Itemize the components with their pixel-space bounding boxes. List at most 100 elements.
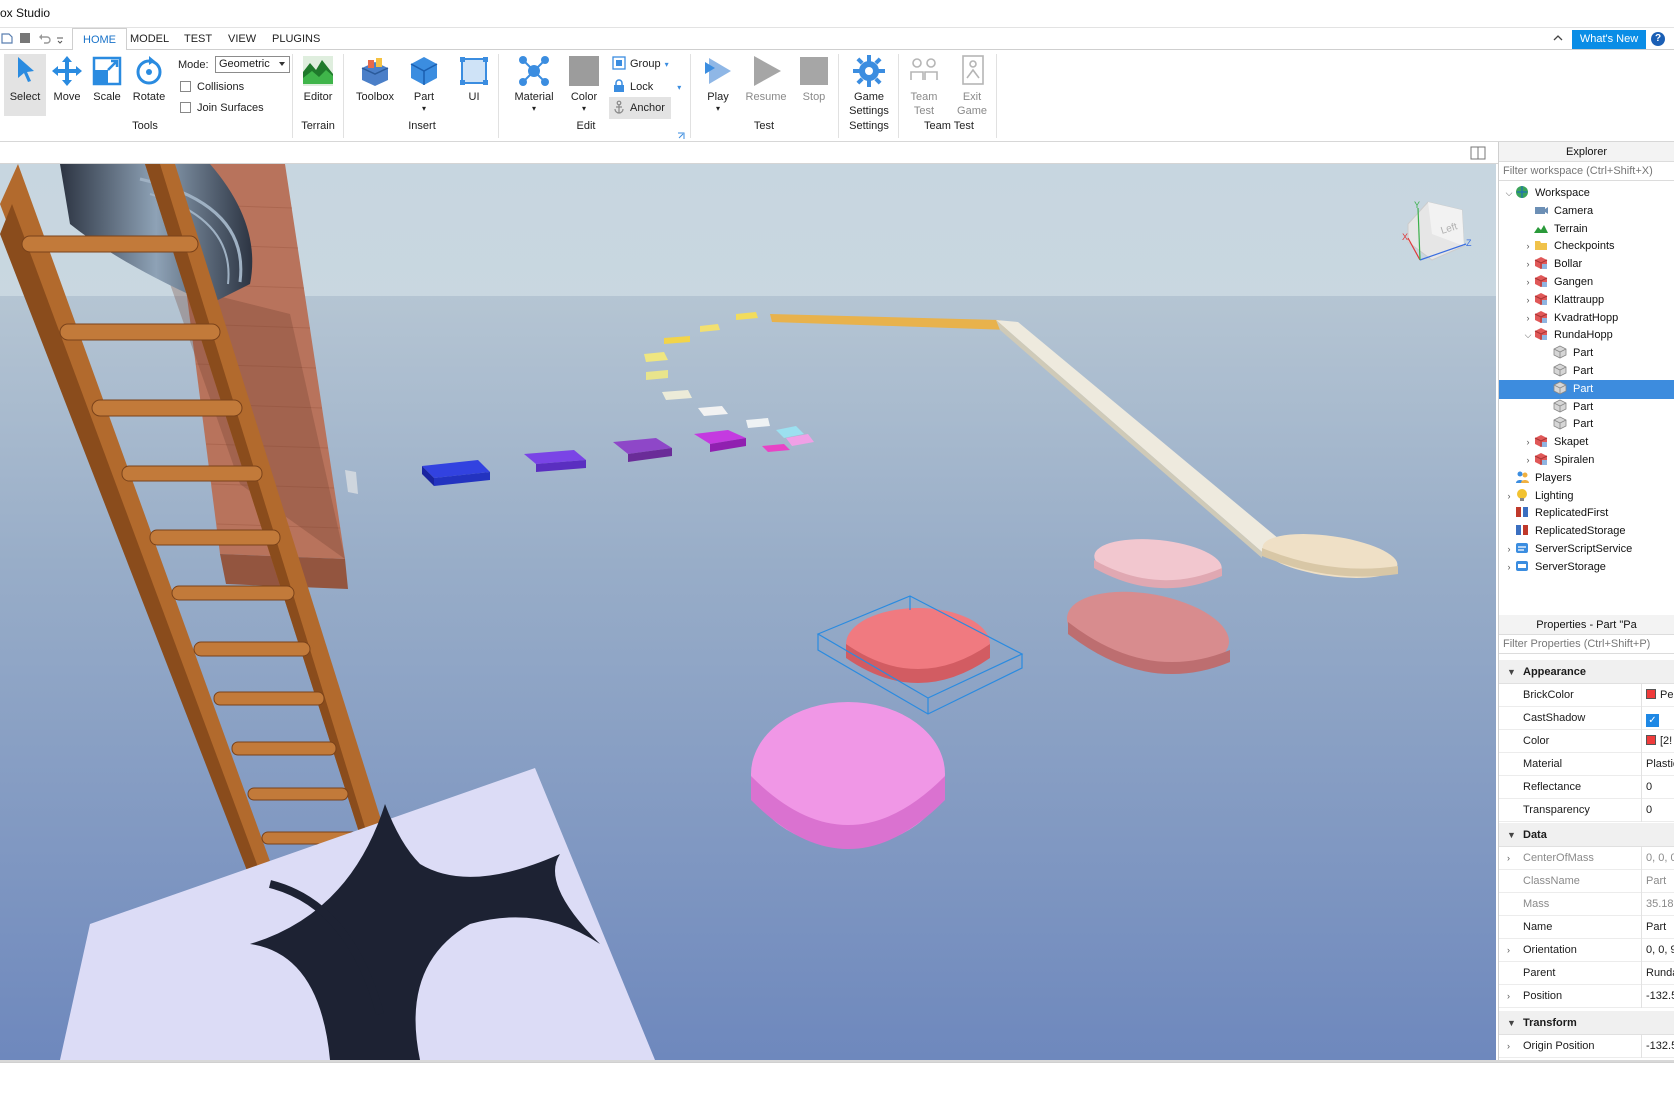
appearance-section[interactable]: ▼ Appearance (1499, 660, 1674, 684)
3d-scene[interactable]: Left X Z Y (0, 164, 1496, 1060)
property-value-cell[interactable]: ✓ (1641, 707, 1674, 730)
tab-home[interactable]: HOME (72, 28, 127, 51)
stop-button[interactable]: Stop (796, 54, 832, 104)
select-button[interactable]: Select (4, 54, 46, 116)
quick-access-dropdown-icon[interactable] (56, 31, 64, 45)
explorer-item[interactable]: Camera (1499, 202, 1674, 221)
explorer-item[interactable]: › Spiralen (1499, 451, 1674, 470)
chevron-right-icon[interactable]: › (1507, 939, 1510, 962)
part-button[interactable]: Part ▾ (404, 54, 444, 116)
chevron-down-icon[interactable]: ⌵ (1503, 184, 1515, 203)
property-value-cell[interactable]: Part (1641, 916, 1674, 939)
explorer-item[interactable]: › Bollar (1499, 255, 1674, 274)
properties-filter-input[interactable]: Filter Properties (Ctrl+Shift+P) (1499, 635, 1674, 654)
explorer-item[interactable]: Part (1499, 362, 1674, 381)
chevron-down-icon[interactable]: ⌵ (1522, 326, 1534, 345)
explorer-item[interactable]: ReplicatedFirst (1499, 504, 1674, 523)
explorer-item[interactable]: Part (1499, 379, 1674, 399)
material-button[interactable]: Material ▾ (510, 54, 558, 116)
property-row[interactable]: Name Part (1499, 916, 1674, 939)
explorer-item[interactable]: ReplicatedStorage (1499, 522, 1674, 541)
lock-dropdown-icon[interactable]: ▾ (677, 83, 681, 92)
explorer-item[interactable]: › Klattraupp (1499, 291, 1674, 310)
color-swatch[interactable] (1646, 735, 1656, 745)
property-row[interactable]: Reflectance 0 (1499, 776, 1674, 799)
explorer-item[interactable]: Terrain (1499, 220, 1674, 239)
property-value-cell[interactable]: Part (1641, 870, 1674, 893)
chevron-right-icon[interactable]: › (1522, 309, 1534, 328)
group-button[interactable]: Group ▾ (612, 55, 669, 73)
mode-dropdown[interactable]: Geometric (215, 56, 290, 73)
explorer-item[interactable]: › Gangen (1499, 273, 1674, 292)
anchor-button[interactable]: Anchor (609, 97, 671, 119)
resume-button[interactable]: Resume (742, 54, 790, 104)
data-section[interactable]: ▼ Data (1499, 823, 1674, 847)
collapse-ribbon-icon[interactable] (1552, 32, 1564, 44)
property-value-cell[interactable]: 0 (1641, 776, 1674, 799)
property-row[interactable]: ClassName Part (1499, 870, 1674, 893)
maximize-viewport-icon[interactable] (1470, 146, 1486, 160)
chevron-right-icon[interactable]: › (1503, 558, 1515, 577)
property-value-cell[interactable]: -132.5 (1641, 985, 1674, 1008)
collisions-toggle[interactable]: Collisions (180, 78, 244, 96)
property-row[interactable]: BrickColor Pe (1499, 684, 1674, 707)
property-row[interactable]: Color [2! (1499, 730, 1674, 753)
tab-model[interactable]: MODEL (120, 28, 179, 50)
chevron-right-icon[interactable]: › (1522, 237, 1534, 256)
explorer-item[interactable]: Part (1499, 398, 1674, 417)
tab-plugins[interactable]: PLUGINS (262, 28, 330, 50)
save-icon[interactable] (18, 31, 32, 45)
property-value-cell[interactable]: 0, 0, 0 (1641, 847, 1674, 870)
play-button[interactable]: Play ▾ (698, 54, 738, 116)
transform-section[interactable]: ▼ Transform (1499, 1011, 1674, 1035)
color-swatch[interactable] (1646, 689, 1656, 699)
material-dropdown-icon[interactable]: ▾ (510, 102, 558, 116)
color-dropdown-icon[interactable]: ▾ (566, 102, 602, 116)
explorer-item[interactable]: › ServerStorage (1499, 558, 1674, 577)
explorer-item[interactable]: › Skapet (1499, 433, 1674, 452)
rotate-button[interactable]: Rotate (128, 54, 170, 104)
explorer-filter-input[interactable]: Filter workspace (Ctrl+Shift+X) (1499, 162, 1674, 181)
property-row[interactable]: › Orientation 0, 0, 90 (1499, 939, 1674, 962)
whats-new-button[interactable]: What's New (1572, 30, 1646, 49)
chevron-right-icon[interactable]: › (1503, 487, 1515, 506)
scale-button[interactable]: Scale (88, 54, 126, 104)
3d-viewport[interactable]: Left X Z Y (0, 164, 1496, 1060)
game-settings-button[interactable]: Game Settings (842, 54, 896, 118)
property-value-cell[interactable]: 0, 0, 90 (1641, 939, 1674, 962)
property-value-cell[interactable]: -132.5 (1641, 1035, 1674, 1058)
property-value-cell[interactable]: Runda (1641, 962, 1674, 985)
explorer-item[interactable]: Part (1499, 415, 1674, 434)
property-row[interactable]: Mass 35.186 (1499, 893, 1674, 916)
property-value-cell[interactable]: 0 (1641, 799, 1674, 822)
exit-game-button[interactable]: Exit Game (950, 54, 994, 118)
explorer-item[interactable]: ⌵ RundaHopp (1499, 326, 1674, 345)
explorer-item[interactable]: Players (1499, 469, 1674, 488)
edit-dialog-launcher-icon[interactable] (677, 132, 685, 140)
team-test-button[interactable]: Team Test (904, 54, 944, 118)
property-row[interactable]: › Origin Position -132.5 (1499, 1035, 1674, 1058)
color-button[interactable]: Color ▾ (566, 54, 602, 116)
terrain-editor-button[interactable]: Editor (297, 54, 339, 104)
group-dropdown-icon[interactable]: ▾ (665, 60, 669, 69)
ui-button[interactable]: UI (454, 54, 494, 104)
collisions-checkbox[interactable] (180, 81, 191, 92)
undo-icon[interactable] (38, 31, 52, 45)
property-row[interactable]: › CenterOfMass 0, 0, 0 (1499, 847, 1674, 870)
chevron-right-icon[interactable]: › (1522, 291, 1534, 310)
chevron-right-icon[interactable]: › (1522, 255, 1534, 274)
chevron-right-icon[interactable]: › (1522, 273, 1534, 292)
tab-view[interactable]: VIEW (218, 28, 266, 50)
explorer-item[interactable]: › Lighting (1499, 487, 1674, 506)
join-surfaces-checkbox[interactable] (180, 102, 191, 113)
property-value-cell[interactable]: Plastic (1641, 753, 1674, 776)
help-icon[interactable]: ? (1651, 32, 1665, 46)
explorer-item[interactable]: Part (1499, 344, 1674, 363)
chevron-right-icon[interactable]: › (1507, 1035, 1510, 1058)
explorer-item[interactable]: › KvadratHopp (1499, 309, 1674, 328)
lock-button[interactable]: Lock ▾ (612, 78, 681, 96)
tab-test[interactable]: TEST (174, 28, 222, 50)
property-value-cell[interactable]: Pe (1641, 684, 1674, 707)
property-row[interactable]: CastShadow ✓ (1499, 707, 1674, 730)
part-dropdown-icon[interactable]: ▾ (404, 102, 444, 116)
